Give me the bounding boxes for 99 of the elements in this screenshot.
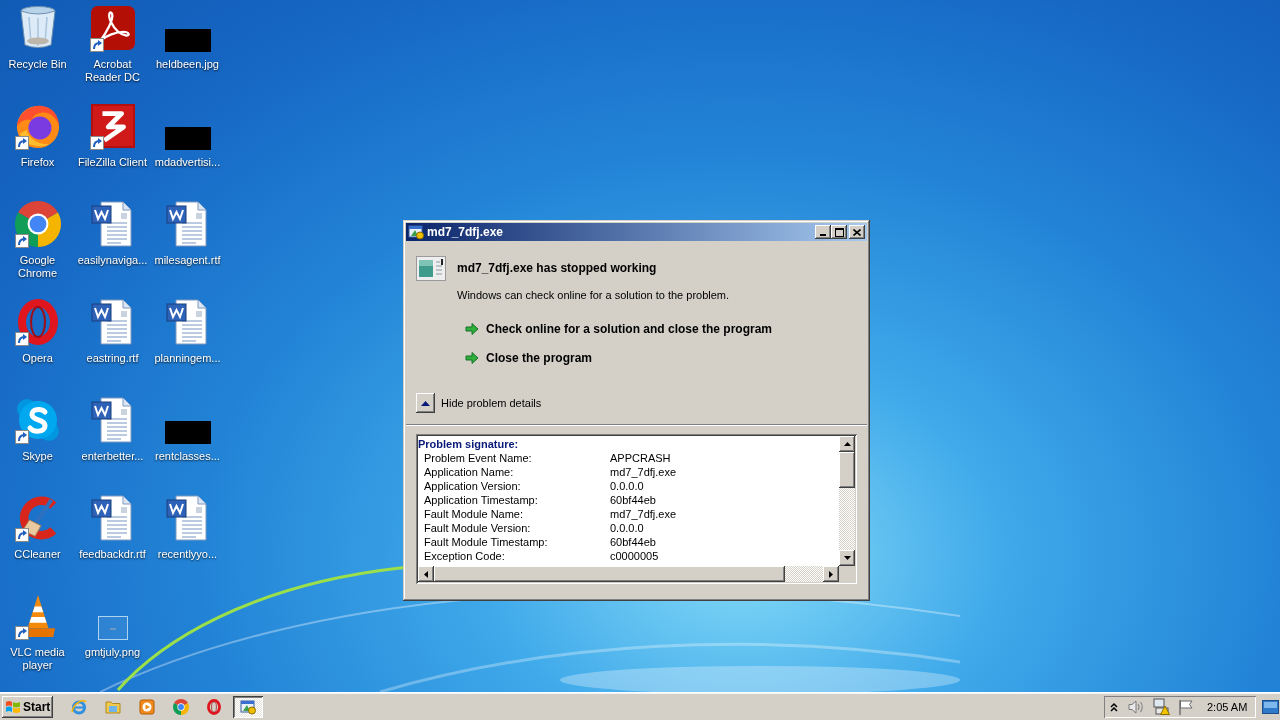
flag-icon[interactable]	[1178, 698, 1194, 715]
thumbnail-placeholder	[164, 421, 211, 444]
signature-field-value: 60bf44eb	[610, 535, 656, 549]
desktop-shortcut[interactable]: FileZilla Client	[76, 102, 149, 169]
document-icon	[90, 495, 135, 541]
ring-icon	[17, 299, 58, 345]
show-desktop-icon[interactable]	[1262, 699, 1279, 714]
scroll-thumb[interactable]	[839, 452, 855, 488]
thumbnail-placeholder	[164, 127, 211, 150]
details-toggle-label[interactable]: Hide problem details	[441, 396, 542, 410]
document-icon	[165, 299, 210, 345]
down-arrow-icon	[843, 556, 851, 560]
image-thumbnail-icon	[97, 616, 128, 640]
flame-globe-icon	[14, 103, 61, 149]
app-window-icon	[408, 224, 424, 240]
signature-field-value: 0.0.0.0	[610, 521, 644, 535]
document-icon	[90, 299, 135, 345]
up-triangle-icon	[421, 400, 430, 406]
command-link[interactable]: Close the program	[462, 347, 596, 369]
scroll-down-button[interactable]	[839, 550, 855, 566]
scroll-up-button[interactable]	[839, 436, 855, 452]
details-toggle-button[interactable]	[416, 393, 435, 413]
play-icon[interactable]	[139, 698, 155, 715]
details-heading: Problem signature:	[418, 437, 519, 451]
swirl-logo-icon	[90, 6, 135, 50]
waving-flag-icon	[5, 699, 21, 714]
signature-field-value: APPCRASH	[610, 451, 671, 465]
desktop-shortcut[interactable]: Acrobat Reader DC	[76, 4, 149, 84]
desktop-shortcut[interactable]: rentclasses...	[151, 396, 224, 463]
desktop-shortcut[interactable]: Skype	[1, 396, 74, 463]
signature-field-value: md7_7dfj.exe	[610, 507, 677, 521]
desktop-shortcut[interactable]: gmtjuly.png	[76, 592, 149, 659]
scroll-left-button[interactable]	[418, 566, 434, 582]
left-arrow-icon	[424, 570, 428, 578]
signature-field-value: 0.0.0.0	[610, 479, 644, 493]
scroll-right-button[interactable]	[823, 566, 839, 582]
right-arrow-icon	[829, 570, 833, 578]
signature-field-name: Fault Module Timestamp:	[424, 535, 548, 549]
signature-field-name: Application Version:	[424, 479, 521, 493]
close-button[interactable]	[849, 225, 865, 239]
bolt-logo-icon	[90, 104, 135, 148]
segmented-circle-icon[interactable]	[173, 698, 189, 715]
scroll-thumb[interactable]	[434, 566, 785, 582]
app-window-icon	[240, 698, 256, 715]
up-arrow-icon	[843, 442, 851, 446]
command-link[interactable]: Check online for a solution and close the program	[462, 318, 776, 340]
signature-field-name: Application Name:	[424, 465, 514, 479]
cloud-logo-icon	[14, 397, 61, 443]
dialog-heading: md7_7dfj.exe has stopped working	[457, 260, 658, 276]
desktop-shortcut[interactable]: recentlyyo...	[151, 494, 224, 561]
program-window-icon	[416, 256, 446, 281]
document-icon	[165, 201, 210, 247]
signature-field-name: Problem Event Name:	[424, 451, 532, 465]
chevron-up-icon[interactable]	[1110, 701, 1118, 712]
maximize-button[interactable]	[831, 225, 847, 239]
desktop-shortcut[interactable]: mdadvertisi...	[151, 102, 224, 169]
document-icon	[165, 495, 210, 541]
desktop-shortcut[interactable]: milesagent.rtf	[151, 200, 224, 267]
desktop-shortcut[interactable]: Firefox	[1, 102, 74, 169]
desktop-shortcut[interactable]: CCleaner	[1, 494, 74, 561]
desktop-shortcut[interactable]: Google Chrome	[1, 200, 74, 280]
minimize-icon	[820, 234, 826, 236]
signature-field-name: Fault Module Version:	[424, 521, 531, 535]
document-icon	[90, 397, 135, 443]
scrollbar-corner	[839, 566, 855, 582]
signature-field-name: Application Timestamp:	[424, 493, 538, 507]
start-button[interactable]: Start	[2, 695, 53, 718]
desktop-shortcut[interactable]: Opera	[1, 298, 74, 365]
segmented-circle-icon	[14, 201, 61, 247]
taskbar-button[interactable]	[233, 695, 263, 718]
ring-icon[interactable]	[207, 698, 221, 715]
trash-bin-icon	[18, 6, 57, 50]
desktop-shortcut[interactable]: easilynaviga...	[76, 200, 149, 267]
arrow-right-icon	[465, 322, 479, 336]
minimize-button[interactable]	[815, 225, 831, 239]
signature-field-name: Exception Code:	[424, 549, 505, 563]
arrow-right-icon	[465, 351, 479, 365]
signature-field-value: md7_7dfj.exe	[610, 465, 677, 479]
document-icon	[90, 201, 135, 247]
clock[interactable]: 2:05 AM	[1207, 699, 1248, 714]
signature-field-name: Fault Module Name:	[424, 507, 524, 521]
thumbnail-placeholder	[164, 29, 211, 52]
vertical-scrollbar[interactable]	[839, 436, 855, 566]
desktop-shortcut[interactable]: heldbeen.jpg	[151, 4, 224, 71]
close-icon	[853, 228, 861, 236]
desktop-shortcut[interactable]: planningem...	[151, 298, 224, 365]
horizontal-scrollbar[interactable]	[418, 566, 839, 582]
window-title: md7_7dfj.exe	[427, 224, 504, 241]
signature-field-value: 60bf44eb	[610, 493, 656, 507]
desktop-shortcut[interactable]: VLC media player	[1, 592, 74, 672]
signature-field-value: c0000005	[610, 549, 659, 563]
desktop-shortcut[interactable]: eastring.rtf	[76, 298, 149, 365]
desktop-shortcut[interactable]: enterbetter...	[76, 396, 149, 463]
maximize-icon	[834, 227, 844, 237]
desktop-shortcut[interactable]: feedbackdr.rtf	[76, 494, 149, 561]
network-warning-icon[interactable]	[1153, 698, 1170, 715]
speaker-icon[interactable]	[1128, 698, 1145, 715]
dialog-message: Windows can check online for a solution to the problem.	[457, 288, 730, 302]
desktop-shortcut[interactable]: Recycle Bin	[1, 4, 74, 71]
